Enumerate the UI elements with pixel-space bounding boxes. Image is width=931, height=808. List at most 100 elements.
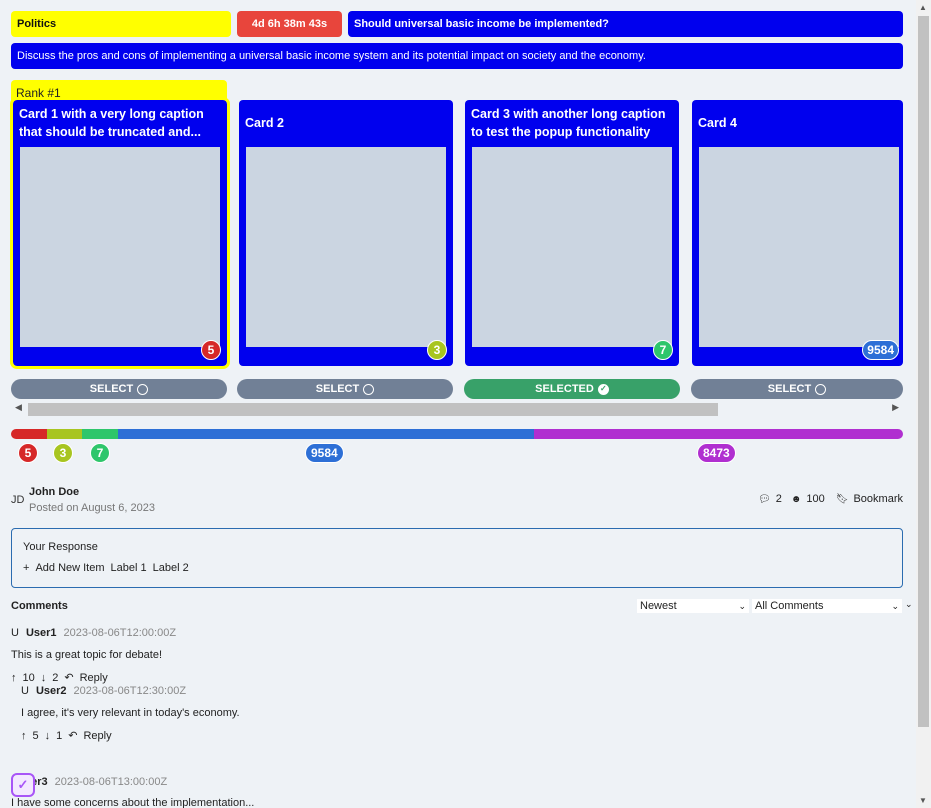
response-title: Your Response	[23, 541, 98, 553]
avatar: U	[21, 685, 29, 697]
card-4[interactable]: Card 4 9584	[692, 100, 903, 366]
filter-select[interactable]: All Comments ⌄	[752, 599, 902, 613]
reply-button[interactable]: Reply	[80, 672, 108, 684]
question-title: Should universal basic income be impleme…	[348, 11, 903, 37]
distribution-badge: 8473	[697, 443, 736, 463]
category-tag: Politics	[11, 11, 231, 37]
comment-user[interactable]: User1	[26, 627, 57, 639]
reply-button[interactable]: Reply	[83, 730, 111, 742]
sort-select[interactable]: Newest ⌄	[637, 599, 749, 613]
chevron-down-icon: ⌄	[891, 600, 899, 611]
response-panel: Your Response + Add New Item Label 1 Lab…	[11, 528, 903, 588]
distribution-badge: 9584	[305, 443, 344, 463]
add-new-item-button[interactable]: Add New Item	[35, 562, 104, 574]
select-button-card-2[interactable]: SELECT	[237, 379, 453, 399]
edit-check-icon[interactable]: ✓	[11, 773, 35, 797]
reaction-icon[interactable]: ☻	[791, 494, 802, 505]
circle-icon	[137, 383, 149, 395]
downvote-count: 1	[56, 729, 63, 742]
scrollbar-thumb[interactable]	[918, 16, 929, 727]
upvote-icon[interactable]: ↑	[11, 672, 17, 684]
scrollbar-thumb[interactable]	[28, 403, 718, 416]
avatar: JD	[11, 494, 25, 506]
card-1[interactable]: Card 1 with a very long caption that sho…	[10, 97, 230, 369]
label-chip[interactable]: Label 2	[153, 562, 189, 574]
distribution-badge: 5	[18, 443, 38, 463]
plus-icon[interactable]: +	[23, 562, 29, 574]
card-vote-badge: 9584	[862, 340, 899, 360]
reply-icon[interactable]: ↶	[68, 729, 77, 742]
upvote-count: 5	[32, 729, 39, 742]
select-label: SELECT	[767, 383, 812, 395]
downvote-icon[interactable]: ↓	[45, 730, 51, 742]
card-title: Card 2	[245, 116, 284, 130]
filter-value: All Comments	[755, 600, 824, 612]
comment-item: U User1 2023-08-06T12:00:00Z This is a g…	[11, 627, 176, 684]
card-vote-badge: 5	[201, 340, 221, 360]
comment-time: 2023-08-06T13:00:00Z	[54, 776, 168, 788]
reaction-count: 100	[806, 493, 825, 505]
distribution-segment	[118, 429, 534, 439]
upvote-count: 10	[22, 671, 35, 684]
card-vote-badge: 3	[427, 340, 447, 360]
card-3[interactable]: Card 3 with another long caption to test…	[465, 100, 679, 366]
select-label: SELECTED	[535, 383, 594, 395]
card-title: Card 3 with another long caption to test…	[471, 107, 666, 139]
select-button-card-1[interactable]: SELECT	[11, 379, 227, 399]
comment-time: 2023-08-06T12:00:00Z	[63, 627, 177, 639]
downvote-count: 2	[52, 671, 59, 684]
comment-user[interactable]: User2	[36, 685, 67, 697]
comment-time: 2023-08-06T12:30:00Z	[73, 685, 187, 697]
chevron-down-icon: ⌄	[905, 599, 913, 609]
scroll-up-icon[interactable]: ▲	[919, 3, 927, 12]
comment-item: U User2 2023-08-06T12:30:00Z I agree, it…	[21, 685, 240, 742]
distribution-segment	[534, 429, 903, 439]
select-button-card-4[interactable]: SELECT	[691, 379, 903, 399]
bookmark-icon[interactable]: 🔖︎	[836, 494, 849, 505]
select-label: SELECT	[89, 383, 134, 395]
card-image	[472, 147, 672, 347]
page-vertical-scrollbar[interactable]: ▲ ▼	[916, 0, 931, 808]
comment-text: I have some concerns about the implement…	[11, 797, 255, 808]
comment-count: 2	[775, 493, 782, 505]
card-image	[246, 147, 446, 347]
distribution-segment	[11, 429, 47, 439]
comments-title: Comments	[11, 600, 68, 612]
card-image	[20, 147, 220, 347]
reply-icon[interactable]: ↶	[64, 671, 73, 684]
distribution-segment	[82, 429, 118, 439]
rank-label: Rank #1	[11, 80, 227, 102]
vote-distribution-bar	[11, 429, 903, 439]
card-vote-badge: 7	[653, 340, 673, 360]
comment-item: ser3 2023-08-06T13:00:00Z I have some co…	[11, 776, 254, 808]
author-name[interactable]: John Doe	[29, 486, 79, 498]
chevron-down-icon: ⌄	[738, 600, 746, 611]
select-label: SELECT	[315, 383, 360, 395]
card-2[interactable]: Card 2 3	[239, 100, 453, 366]
distribution-badge: 3	[53, 443, 73, 463]
countdown-timer: 4d 6h 38m 43s	[237, 11, 342, 37]
check-circle-icon: ✓	[597, 383, 609, 395]
scroll-down-icon[interactable]: ▼	[919, 796, 927, 805]
label-chip[interactable]: Label 1	[111, 562, 147, 574]
cards-horizontal-scrollbar[interactable]: ◀ ▶	[11, 402, 903, 417]
scroll-right-icon[interactable]: ▶	[892, 402, 899, 413]
circle-icon	[363, 383, 375, 395]
select-button-card-3[interactable]: SELECTED ✓	[464, 379, 680, 399]
avatar: U	[11, 627, 19, 639]
card-title: Card 4	[698, 116, 737, 130]
question-description: Discuss the pros and cons of implementin…	[11, 43, 903, 69]
upvote-icon[interactable]: ↑	[21, 730, 27, 742]
comment-text: I agree, it's very relevant in today's e…	[21, 707, 240, 719]
post-stats: 💬︎ 2 ☻ 100 🔖︎ Bookmark	[758, 493, 903, 505]
card-image	[699, 147, 899, 347]
bookmark-button[interactable]: Bookmark	[853, 493, 903, 505]
distribution-badge: 7	[90, 443, 110, 463]
distribution-segment	[47, 429, 82, 439]
downvote-icon[interactable]: ↓	[41, 672, 47, 684]
sort-value: Newest	[640, 600, 677, 612]
scroll-left-icon[interactable]: ◀	[15, 402, 22, 413]
post-date: Posted on August 6, 2023	[29, 502, 155, 514]
comment-icon: 💬︎	[758, 493, 771, 505]
circle-icon	[815, 383, 827, 395]
